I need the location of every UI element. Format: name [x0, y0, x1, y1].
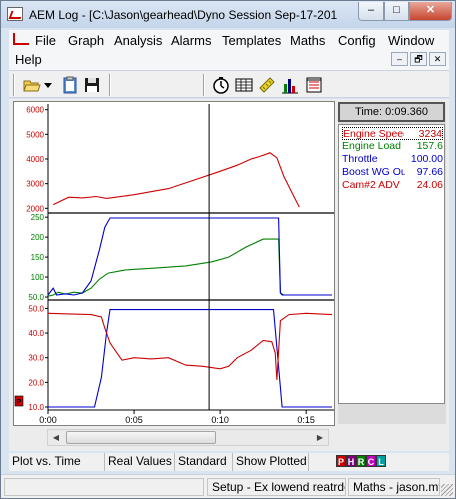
mdi-close-button[interactable]: ✕: [429, 52, 446, 66]
chevron-down-icon[interactable]: [43, 76, 53, 94]
y-tick-label: 30.0: [28, 354, 44, 363]
legend-name: Cam#2 ADV: [342, 179, 400, 191]
toggle-button-r[interactable]: R: [356, 455, 366, 467]
app-window: AEM Log - [C:\Jason\gearhead\Dyno Sessio…: [0, 0, 456, 499]
bar-chart-icon[interactable]: [281, 76, 299, 94]
x-tick-label: 0:05: [125, 415, 143, 425]
y-tick-label: 40.0: [28, 329, 44, 338]
app-status-bar: Setup - Ex lowend reatrde Maths - jason.…: [1, 474, 455, 498]
graph-status-bar: Plot vs. Time Real Values Standard Show …: [9, 453, 449, 471]
stopwatch-icon[interactable]: [212, 76, 230, 94]
series-line-boost-wg-out: [48, 309, 332, 408]
legend-value: 24.06: [405, 179, 443, 192]
marker-label: P: [17, 399, 22, 406]
legend-value: 157.6: [405, 140, 443, 153]
horizontal-scrollbar[interactable]: ◀ ▶: [47, 429, 329, 446]
plot-mode-field[interactable]: Plot vs. Time: [9, 453, 105, 471]
series-line-engine-speed: [52, 152, 300, 208]
graph-client-area: 6000 5000 4000 3000 2000 250 200 150 100 50.0 50.0…: [9, 99, 449, 451]
x-tick-label: 0:15: [297, 415, 315, 425]
legend-name: Engine Load: [342, 140, 401, 152]
toggle-button-h[interactable]: H: [346, 455, 356, 467]
resize-grip-icon[interactable]: [441, 484, 453, 496]
clipboard-icon[interactable]: [61, 76, 79, 94]
minimize-button[interactable]: ‒: [358, 2, 384, 21]
y-tick-label: 50.0: [28, 304, 44, 313]
legend-panel: Time: 0:09.360 Engine Speed 3234 Engine …: [338, 102, 446, 424]
cursor-time-readout: Time: 0:09.360: [338, 102, 445, 122]
maximize-button[interactable]: □: [384, 2, 409, 21]
app-logo-icon: [7, 7, 23, 21]
plot-area[interactable]: 6000 5000 4000 3000 2000 250 200 150 100 50.0 50.0…: [13, 101, 335, 426]
y-tick-label: 3000: [26, 180, 44, 189]
menu-file[interactable]: File: [35, 33, 56, 48]
data-list-icon[interactable]: [305, 76, 323, 94]
toolbar-separator: [203, 74, 205, 96]
y-tick-label: 50.0: [28, 293, 44, 302]
legend-value: 3234: [404, 128, 442, 139]
open-folder-icon[interactable]: [23, 76, 41, 94]
ruler-icon[interactable]: [258, 76, 276, 94]
legend-name: Engine Speed: [343, 128, 407, 140]
setup-field: Setup - Ex lowend reatrde: [207, 478, 346, 496]
toggle-button-c[interactable]: C: [366, 455, 376, 467]
scroll-left-arrow-icon[interactable]: ◀: [48, 430, 64, 445]
legend-row-engine-load[interactable]: Engine Load 157.6: [342, 140, 443, 153]
save-icon[interactable]: [83, 76, 101, 94]
x-tick-label: 0:10: [211, 415, 229, 425]
legend-row-boost-wg-out[interactable]: Boost WG Out 97.66: [342, 166, 443, 179]
show-plotted-field[interactable]: Show Plotted: [233, 453, 309, 471]
title-bar[interactable]: AEM Log - [C:\Jason\gearhead\Dyno Sessio…: [1, 1, 455, 28]
menu-analysis[interactable]: Analysis: [114, 33, 162, 48]
status-empty-field: [4, 478, 204, 496]
menu-maths[interactable]: Maths: [290, 33, 325, 48]
menu-window[interactable]: Window: [388, 33, 434, 48]
y-tick-label: 250: [31, 213, 45, 222]
log-plot[interactable]: 6000 5000 4000 3000 2000250 200 150 100 50.0 50.0…: [14, 102, 334, 425]
table-icon[interactable]: [235, 76, 253, 94]
legend-row-engine-speed[interactable]: Engine Speed 3234: [342, 127, 443, 140]
scroll-right-arrow-icon[interactable]: ▶: [312, 430, 328, 445]
toolbar-grip: [13, 74, 15, 96]
value-mode-field[interactable]: Real Values: [105, 453, 175, 471]
menu-templates[interactable]: Templates: [222, 33, 281, 48]
y-tick-label: 200: [31, 233, 45, 242]
toggle-button-l[interactable]: L: [376, 455, 386, 467]
maths-field: Maths - jason.mth: [348, 478, 440, 496]
series-line-cam-2-adv: [47, 312, 333, 380]
window-title: AEM Log - [C:\Jason\gearhead\Dyno Sessio…: [29, 8, 338, 22]
graph-window-icon[interactable]: [13, 33, 29, 45]
menu-help[interactable]: Help: [15, 52, 42, 67]
y-tick-label: 100: [31, 273, 45, 282]
legend-row-cam2-adv[interactable]: Cam#2 ADV 24.06: [342, 179, 443, 192]
scroll-thumb[interactable]: [66, 431, 216, 444]
mdi-restore-button[interactable]: 🗗: [410, 52, 427, 66]
close-button[interactable]: ✕: [409, 2, 452, 21]
legend-row-throttle[interactable]: Throttle 100.00: [342, 153, 443, 166]
menu-graph[interactable]: Graph: [68, 33, 104, 48]
menu-config[interactable]: Config: [338, 33, 376, 48]
x-tick-label: 0:00: [39, 415, 57, 425]
y-tick-label: 20.0: [28, 378, 44, 387]
channel-legend: Engine Speed 3234 Engine Load 157.6 Thro…: [338, 124, 445, 404]
y-tick-label: 4000: [26, 155, 44, 164]
legend-value: 100.00: [405, 153, 443, 166]
menu-bar: File Graph Analysis Alarms Templates Mat…: [9, 30, 449, 70]
y-tick-label: 150: [31, 253, 45, 262]
toolbar-separator: [109, 74, 111, 96]
mdi-minimize-button[interactable]: ‒: [391, 52, 408, 66]
legend-name: Throttle: [342, 153, 378, 165]
toggle-button-p[interactable]: P: [336, 455, 346, 467]
legend-name: Boost WG Out: [342, 166, 406, 178]
series-line-throttle: [47, 217, 332, 296]
menu-alarms[interactable]: Alarms: [171, 33, 211, 48]
y-tick-label: 2000: [26, 204, 44, 213]
y-tick-label: 6000: [26, 106, 44, 115]
y-tick-label: 10.0: [28, 403, 44, 412]
y-tick-label: 5000: [26, 130, 44, 139]
legend-value: 97.66: [405, 166, 443, 179]
toolbar: [9, 70, 449, 98]
view-mode-field[interactable]: Standard: [175, 453, 233, 471]
series-line-engine-load: [47, 238, 332, 297]
